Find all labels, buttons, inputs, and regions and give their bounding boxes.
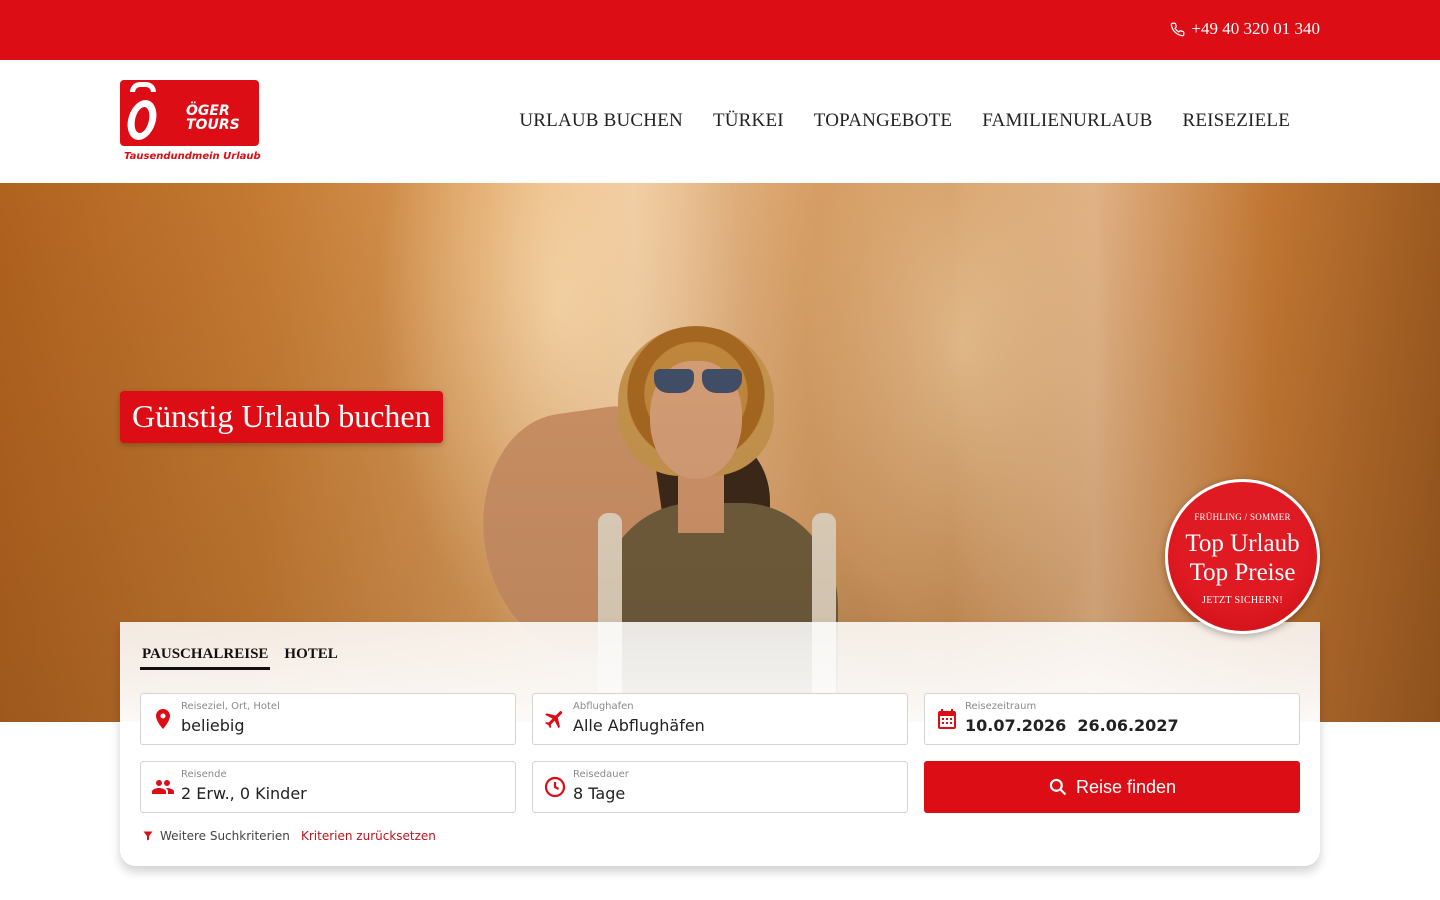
airport-value: Alle Abflughäfen [573,716,705,735]
search-tabs: PAUSCHALREISE HOTEL [140,646,340,670]
filter-icon [143,831,153,841]
travellers-field[interactable]: Reisende 2 Erw., 0 Kinder [140,761,516,813]
tab-pauschalreise[interactable]: PAUSCHALREISE [140,646,271,670]
search-panel: PAUSCHALREISE HOTEL Reiseziel, Ort, Hote… [120,622,1320,866]
site-header: ÖGER TOURS Tausendundmein Urlaub URLAUB … [0,60,1440,183]
logo-o-mark [124,100,160,140]
phone-number: +49 40 320 01 340 [1191,19,1320,38]
logo-wordmark: ÖGER TOURS [186,103,240,133]
phone-icon [1171,22,1185,36]
destination-field[interactable]: Reiseziel, Ort, Hotel beliebig [140,693,516,745]
nav-tuerkei[interactable]: TÜRKEI [713,110,784,132]
people-icon [152,780,174,794]
tab-hotel[interactable]: HOTEL [282,646,339,670]
logo-tagline: Tausendundmein Urlaub [124,151,261,162]
search-icon [1049,778,1067,796]
nav-topangebote[interactable]: TOPANGEBOTE [814,110,952,132]
destination-label: Reiseziel, Ort, Hotel [181,701,280,712]
hero-title: Günstig Urlaub buchen [120,391,443,443]
reset-criteria-link[interactable]: Kriterien zurücksetzen [301,829,436,843]
location-pin-icon [156,709,170,729]
brand-logo[interactable]: ÖGER TOURS Tausendundmein Urlaub [120,80,261,166]
main-nav: URLAUB BUCHEN TÜRKEI TOPANGEBOTE FAMILIE… [519,110,1290,132]
travel-period-field[interactable]: Reisezeitraum 10.07.2026 26.06.2027 [924,693,1300,745]
logo-box: ÖGER TOURS [120,80,259,146]
travellers-value: 2 Erw., 0 Kinder [181,784,307,803]
nav-familienurlaub[interactable]: FAMILIENURLAUB [982,110,1152,132]
promo-badge[interactable]: FRÜHLING / SOMMER Top Urlaub Top Preise … [1165,479,1320,634]
travellers-label: Reisende [181,769,227,780]
travel-period-label: Reisezeitraum [965,701,1037,712]
duration-value: 8 Tage [573,784,626,803]
duration-label: Reisedauer [573,769,629,780]
badge-cta: JETZT SICHERN! [1202,595,1283,606]
more-criteria-toggle[interactable]: Weitere Suchkriterien [142,829,290,843]
destination-value: beliebig [181,716,245,735]
nav-urlaub-buchen[interactable]: URLAUB BUCHEN [519,110,683,132]
badge-season: FRÜHLING / SOMMER [1194,512,1291,522]
nav-reiseziele[interactable]: REISEZIELE [1182,110,1290,132]
calendar-icon [938,709,956,729]
travel-period-value: 10.07.2026 26.06.2027 [965,716,1179,735]
logo-umlaut [130,82,156,92]
phone-link[interactable]: +49 40 320 01 340 [1170,19,1320,39]
airport-label: Abflughafen [573,701,634,712]
date-from: 10.07.2026 [965,716,1067,735]
clock-icon [544,776,566,798]
duration-field[interactable]: Reisedauer 8 Tage [532,761,908,813]
more-criteria-label: Weitere Suchkriterien [160,829,290,843]
search-submit-label: Reise finden [1075,776,1177,797]
airplane-icon [545,711,563,729]
top-bar: +49 40 320 01 340 [0,0,1440,60]
search-submit-button[interactable]: Reise finden [924,761,1300,813]
date-to: 26.06.2027 [1077,716,1179,735]
airport-field[interactable]: Abflughafen Alle Abflughäfen [532,693,908,745]
badge-headline: Top Urlaub Top Preise [1185,530,1300,586]
